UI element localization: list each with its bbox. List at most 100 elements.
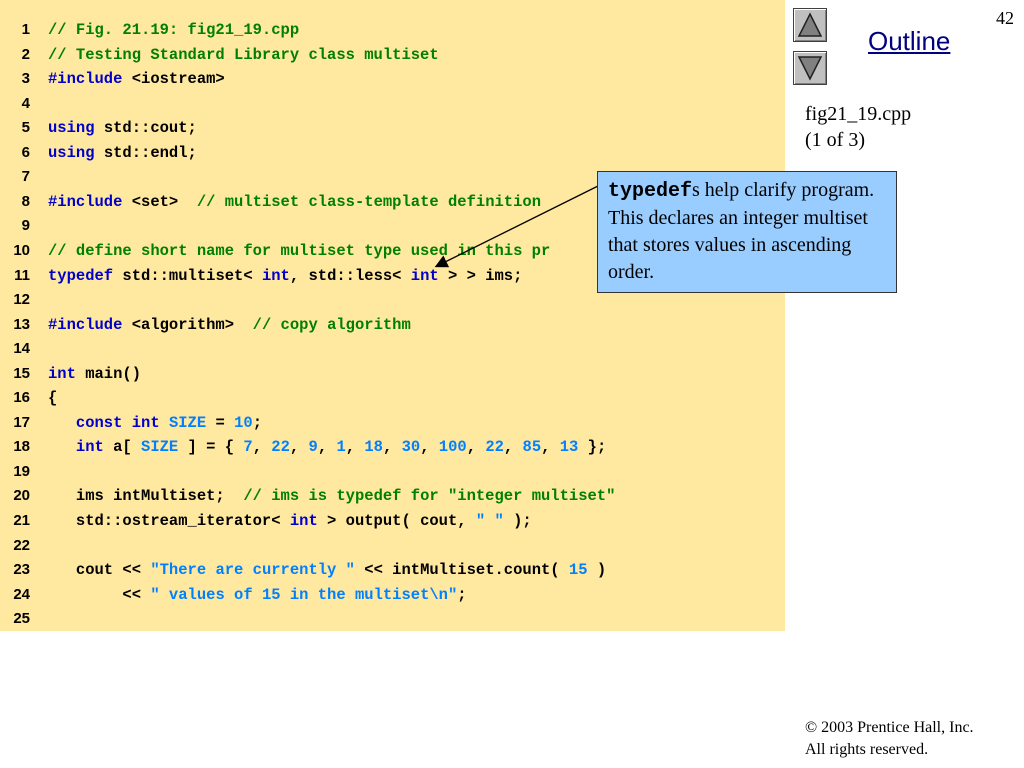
code-line: 24 << " values of 15 in the multiset\n";	[0, 583, 785, 607]
next-slide-button[interactable]	[793, 51, 827, 85]
code-token: > output( cout,	[317, 512, 476, 530]
code-token: <iostream>	[122, 70, 225, 89]
code-line: 1 // Fig. 21.19: fig21_19.cpp	[0, 18, 785, 42]
code-token: 18	[364, 438, 383, 457]
code-token: );	[503, 512, 532, 530]
typedef-callout: typedefs help clarify program. This decl…	[597, 171, 897, 293]
line-number: 24	[13, 585, 30, 603]
code-token: main()	[75, 364, 142, 383]
triangle-up-icon	[797, 12, 823, 37]
code-token: > > ims;	[438, 266, 523, 285]
line-number: 4	[21, 94, 30, 112]
code-token: // define short name for multiset type u…	[48, 241, 551, 260]
line-number: 21	[13, 512, 30, 529]
line-number: 8	[21, 192, 30, 210]
code-token: ,	[466, 438, 486, 457]
line-number: 16	[13, 389, 30, 407]
line-number: 3	[21, 70, 30, 88]
code-text: #include <iostream>	[48, 67, 225, 91]
code-token: ,	[252, 438, 272, 457]
code-token: 9	[308, 438, 318, 457]
previous-slide-button[interactable]	[793, 8, 827, 42]
code-text: int a[ SIZE ] = { 7, 22, 9, 1, 18, 30, 1…	[48, 435, 606, 459]
code-token: {	[48, 389, 58, 408]
code-token: const	[75, 413, 123, 432]
code-text: using std::endl;	[48, 141, 197, 165]
code-line: 6 using std::endl;	[0, 141, 785, 165]
copyright-notice: © 2003 Prentice Hall, Inc. All rights re…	[805, 717, 974, 761]
code-line: 15 int main()	[0, 362, 785, 386]
file-part: (1 of 3)	[805, 129, 865, 151]
code-token: 15	[568, 561, 588, 580]
line-number: 2	[21, 45, 30, 63]
file-name: fig21_19.cpp	[805, 103, 912, 125]
copyright-line-1: 2003 Prentice Hall, Inc.	[817, 719, 974, 736]
code-token: SIZE	[141, 438, 179, 457]
code-token: int	[289, 512, 318, 530]
code-line: 17 const int SIZE = 10;	[0, 411, 785, 435]
code-token: <algorithm>	[122, 315, 253, 334]
code-text: cout << "There are currently " << intMul…	[48, 558, 606, 582]
code-token: 1	[336, 438, 346, 457]
code-token: cout <<	[48, 561, 151, 580]
code-token: std::cout;	[94, 119, 197, 138]
code-token: ,	[317, 438, 337, 457]
code-text: using std::cout;	[48, 116, 197, 140]
code-line: 23 cout << "There are currently " << int…	[0, 558, 785, 582]
code-token: // multiset class-template definition	[196, 192, 541, 211]
code-text: {	[48, 386, 57, 410]
code-line: 3 #include <iostream>	[0, 67, 785, 91]
line-number: 5	[21, 119, 30, 137]
line-number: 18	[13, 438, 30, 456]
file-info: fig21_19.cpp (1 of 3)	[805, 101, 911, 153]
line-number: 19	[13, 462, 30, 480]
outline-link[interactable]: Outline	[868, 26, 950, 57]
code-token: <<	[48, 585, 151, 604]
code-token: ,	[382, 438, 402, 457]
code-token: a[	[103, 438, 142, 457]
code-token: #include	[48, 70, 123, 89]
code-token: ;	[457, 585, 467, 604]
line-number: 6	[21, 143, 30, 161]
line-number: 11	[14, 266, 30, 284]
code-token: std::multiset<	[113, 266, 262, 285]
code-token: using	[48, 143, 95, 162]
copyright-symbol: ©	[805, 719, 818, 736]
code-line: 22	[0, 534, 785, 558]
code-text: std::ostream_iterator< int > output( cou…	[48, 509, 532, 533]
code-line: 2 // Testing Standard Library class multi…	[0, 43, 785, 67]
line-number: 23	[13, 561, 30, 579]
code-token: #include	[48, 315, 123, 334]
code-text: ims intMultiset; // ims is typedef for "…	[48, 484, 616, 508]
line-number: 25	[13, 610, 30, 628]
code-line: 16 {	[0, 386, 785, 410]
code-token: int	[131, 413, 160, 432]
code-token: "There are currently "	[150, 561, 355, 580]
code-token: 10	[234, 413, 253, 432]
code-token: 100	[438, 438, 467, 457]
code-token: SIZE	[168, 413, 207, 432]
line-number: 17	[13, 413, 30, 431]
code-token: ] = {	[178, 438, 244, 457]
code-token: // Testing Standard Library class multis…	[48, 45, 439, 64]
line-number: 22	[13, 536, 30, 554]
code-line: 4	[0, 92, 785, 116]
line-number: 13	[13, 315, 30, 333]
triangle-down-icon	[797, 56, 823, 81]
code-token: ,	[345, 438, 365, 457]
line-number: 15	[13, 364, 30, 382]
callout-keyword: typedef	[608, 180, 693, 203]
code-token: 13	[559, 438, 579, 457]
code-token: 85	[522, 438, 542, 457]
code-token: // Fig. 21.19: fig21_19.cpp	[48, 21, 300, 39]
code-text: << " values of 15 in the multiset\n";	[48, 583, 467, 607]
code-token: << intMultiset.count(	[354, 561, 569, 580]
code-token: ,	[289, 438, 309, 457]
code-token: ;	[252, 413, 262, 432]
code-token: ,	[541, 438, 560, 457]
code-token: " "	[475, 512, 504, 530]
code-token: using	[48, 119, 95, 138]
line-number: 7	[21, 168, 30, 186]
